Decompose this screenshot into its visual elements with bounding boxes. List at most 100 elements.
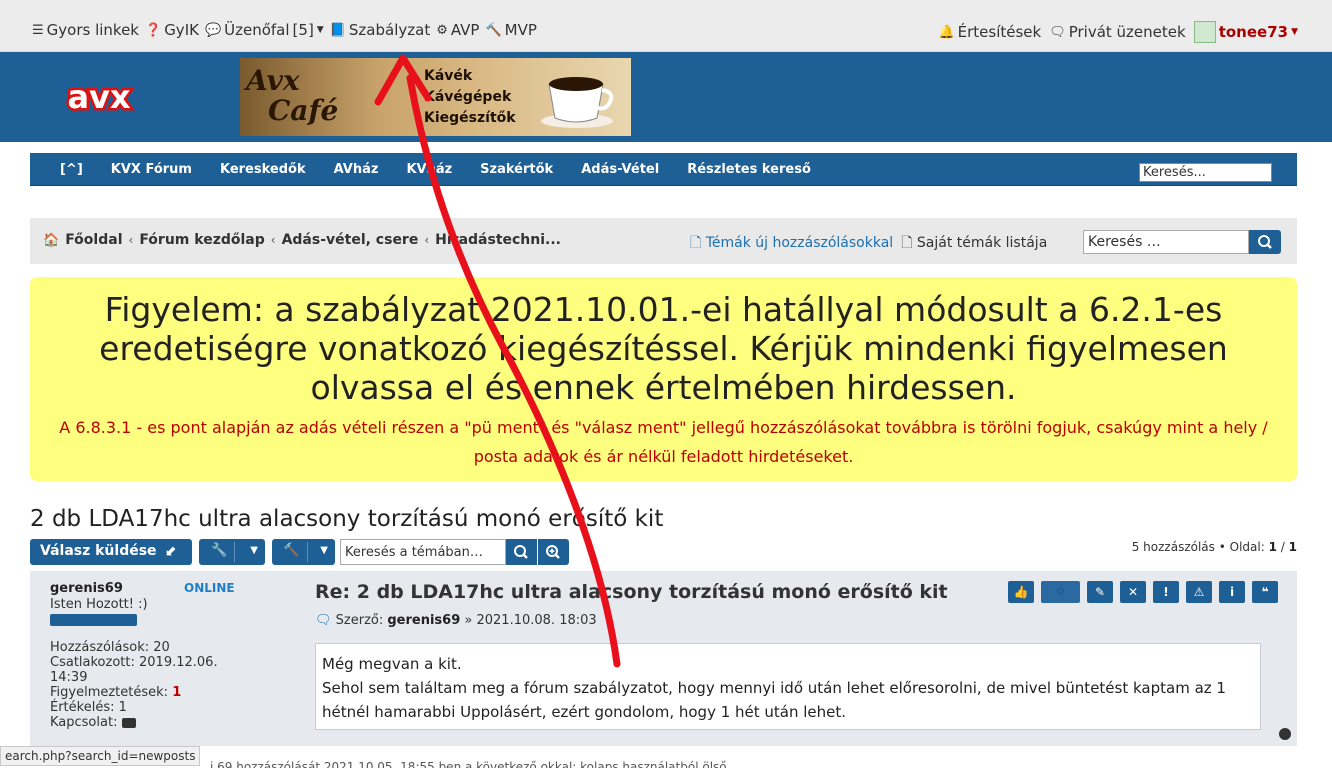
quote-icon: ❝ — [1261, 585, 1269, 599]
wall-count: [5] — [292, 21, 314, 39]
post-profile: gerenis69 ONLINE Isten Hozott! :) Hozzás… — [50, 581, 250, 730]
search-icon — [1258, 235, 1272, 249]
crumb-separator: ‹ — [270, 233, 276, 247]
contact-icon[interactable] — [121, 717, 136, 728]
delete-button[interactable]: ✕ — [1120, 581, 1146, 603]
caret-down-icon: ▼ — [1291, 27, 1298, 37]
cafe-banner[interactable]: Avx Café Kávék Kávégépek Kiegészítők — [240, 58, 631, 136]
comment-icon: 🗨 — [1049, 24, 1066, 40]
notice-main-text: Figyelem: a szabályzat 2021.10.01.-ei ha… — [99, 290, 1228, 407]
report-button[interactable]: ! — [1153, 581, 1179, 603]
post-content: Még megvan a kit. Sehol sem találtam meg… — [315, 643, 1261, 730]
forum-search-input[interactable]: Keresés … — [1083, 230, 1249, 254]
post-meta-author[interactable]: gerenis69 — [387, 613, 460, 628]
crumb-separator: ‹ — [424, 233, 430, 247]
post-title[interactable]: Re: 2 db LDA17hc ultra alacsony torzítás… — [315, 581, 948, 603]
rules-notice: Figyelem: a szabályzat 2021.10.01.-ei ha… — [30, 277, 1297, 481]
user-rank: Isten Hozott! :) — [50, 597, 148, 612]
topic-tools-button[interactable]: 🔧 ▼ — [199, 539, 265, 565]
info-button[interactable]: i — [1219, 581, 1245, 603]
site-header: avx Avx Café Kávék Kávégépek Kiegészítők — [0, 52, 1332, 142]
gears-icon: ⚙ — [436, 22, 448, 38]
rules-link[interactable]: 📘 Szabályzat — [330, 21, 430, 39]
gavel-icon: 🔨 — [485, 22, 502, 38]
forum-search-button[interactable] — [1249, 230, 1281, 254]
reply-button[interactable]: Válasz küldése ⬋ — [30, 539, 192, 565]
topic-search-button[interactable] — [506, 539, 537, 565]
crumb-section[interactable]: Adás-vétel, csere — [282, 232, 419, 248]
exclamation-icon: ! — [1163, 585, 1169, 599]
like-button[interactable]: 👍 — [1008, 581, 1034, 603]
nav-item-top[interactable]: [^] — [60, 162, 83, 177]
nav-item-merchants[interactable]: Kereskedők — [220, 162, 306, 177]
advanced-search-button[interactable] — [538, 539, 569, 565]
back-to-top-icon[interactable] — [1279, 728, 1291, 740]
faq-link[interactable]: ❓ GyIK — [145, 21, 199, 39]
nav-item-experts[interactable]: Szakértők — [480, 162, 553, 177]
status-url-tooltip: earch.php?search_id=newposts — [0, 746, 201, 766]
book-icon: 📘 — [329, 22, 346, 38]
next-post-edit-note: j 69 hozzászólását 2021.10.05. 18:55 ben… — [210, 760, 727, 768]
caret-down-icon: ▼ — [250, 545, 258, 556]
nav-item-advanced-search[interactable]: Részletes kereső — [687, 162, 811, 177]
crumb-forum-index[interactable]: Fórum kezdőlap — [139, 232, 264, 248]
banner-brand: Avx Café — [246, 64, 339, 127]
question-icon: ❓ — [145, 22, 162, 38]
online-status: ONLINE — [184, 581, 235, 595]
hamburger-icon: ☰ — [32, 22, 44, 38]
post-action-buttons: 👍 0 ✎ ✕ ! ⚠ i ❝ — [1008, 581, 1278, 603]
crumb-separator: ‹ — [128, 233, 134, 247]
topic-search-input[interactable]: Keresés a témában… — [340, 539, 506, 565]
private-messages-link[interactable]: 🗨 Privát üzenetek — [1049, 23, 1186, 41]
crumb-subsection[interactable]: Híradástechni... — [435, 232, 561, 248]
user-avatar — [1193, 21, 1216, 43]
new-posts-link[interactable]: 🗋 Témák új hozzászólásokkal — [690, 232, 893, 256]
quote-button[interactable]: ❝ — [1252, 581, 1278, 603]
notice-sub-text: A 6.8.3.1 - es pont alapján az adás véte… — [59, 418, 1268, 466]
crumb-home[interactable]: Főoldal — [65, 232, 122, 248]
nav-item-buy-sell[interactable]: Adás-Vétel — [581, 162, 659, 177]
warn-button[interactable]: ⚠ — [1186, 581, 1212, 603]
pagination-info: 5 hozzászólás • Oldal: 1 / 1 — [1131, 540, 1297, 554]
wall-link[interactable]: 💬 Üzenőfal [5] ▼ — [205, 21, 324, 39]
topic-title[interactable]: 2 db LDA17hc ultra alacsony torzítású mo… — [30, 506, 663, 532]
nav-item-kvhaz[interactable]: KVház — [406, 162, 452, 177]
breadcrumb: 🏠 Főoldal ‹ Fórum kezdőlap ‹ Adás-vétel,… — [43, 232, 561, 248]
user-menu[interactable]: tonee73 ▼ — [1193, 21, 1298, 43]
main-nav: [^] KVX Fórum Kereskedők AVház KVház Sza… — [30, 153, 1297, 186]
wrench-icon: 🔧 — [211, 543, 228, 558]
close-icon: ✕ — [1127, 585, 1139, 599]
home-icon: 🏠 — [43, 232, 60, 248]
nav-item-kvx-forum[interactable]: KVX Fórum — [111, 162, 192, 177]
banner-text: Kávék Kávégépek Kiegészítők — [424, 68, 516, 126]
mvp-link[interactable]: 🔨 MVP — [485, 21, 536, 39]
reply-arrow-icon: ⬋ — [165, 543, 178, 559]
edit-button[interactable]: ✎ — [1087, 581, 1113, 603]
search-icon — [514, 545, 528, 559]
user-stats: Hozzászólások: 20 Csatlakozott: 2019.12.… — [50, 640, 218, 730]
chat-icon: 💬 — [204, 22, 222, 38]
pencil-icon: ✎ — [1094, 585, 1106, 599]
nav-item-avhaz[interactable]: AVház — [334, 162, 379, 177]
caret-down-icon: ▼ — [320, 545, 328, 556]
top-bar: ☰ Gyors linkek ❓ GyIK 💬 Üzenőfal [5] ▼ 📘… — [0, 0, 1332, 52]
svg-text:avx: avx — [67, 79, 130, 115]
post-meta: 🗨 Szerző: gerenis69 » 2021.10.08. 18:03 — [315, 613, 597, 628]
site-logo[interactable]: avx — [60, 79, 138, 115]
zoom-in-icon — [546, 545, 560, 559]
post: gerenis69 ONLINE Isten Hozott! :) Hozzás… — [30, 571, 1297, 746]
quick-links-link[interactable]: ☰ Gyors linkek — [32, 21, 139, 39]
rank-bar — [50, 614, 137, 626]
post-icon[interactable]: 🗨 — [315, 613, 332, 628]
nav-search-input[interactable]: Keresés... — [1139, 163, 1272, 182]
moderator-tools-button[interactable]: 🔨 ▼ — [272, 539, 335, 565]
breadcrumb-bar: 🏠 Főoldal ‹ Fórum kezdőlap ‹ Adás-vétel,… — [30, 218, 1297, 264]
warning-icon: ⚠ — [1193, 585, 1205, 599]
gavel-icon: 🔨 — [283, 543, 300, 558]
post-score: 0 — [1041, 581, 1080, 603]
bell-icon: 🔔 — [938, 24, 955, 40]
avp-link[interactable]: ⚙ AVP — [436, 21, 479, 39]
own-topics-link[interactable]: 🗋 Saját témák listája — [901, 232, 1047, 256]
info-icon: i — [1229, 585, 1235, 599]
notifications-link[interactable]: 🔔 Értesítések — [938, 23, 1041, 41]
